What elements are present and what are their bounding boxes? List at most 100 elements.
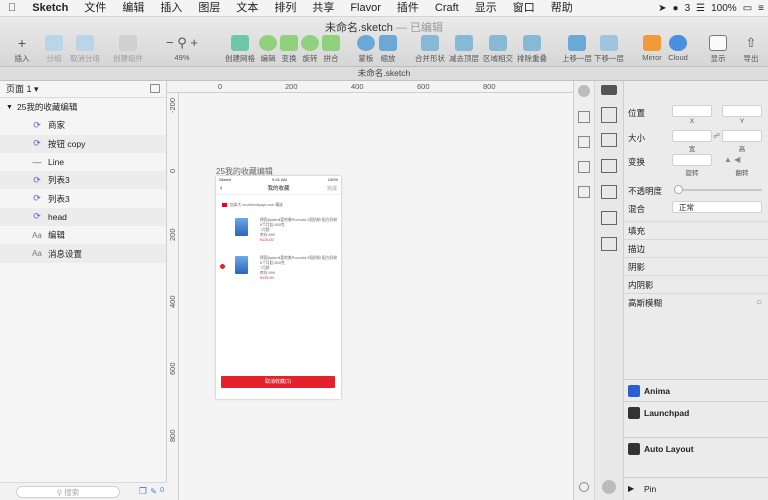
create-symbol-button[interactable]: 创建组件 (106, 35, 150, 64)
menu-view[interactable]: 显示 (467, 0, 505, 17)
layer-item[interactable]: Aa 编辑 (0, 226, 166, 244)
layer-item[interactable]: ⟳ 列表3 (0, 189, 166, 207)
ruler-vertical[interactable]: -200 0 200 400 600 800 (167, 93, 179, 500)
opacity-slider-knob[interactable] (674, 185, 683, 194)
layer-item[interactable]: ⟳ head (0, 207, 166, 227)
menu-text[interactable]: 文本 (228, 0, 266, 17)
ungroup-icon (76, 35, 94, 51)
info-icon[interactable] (579, 482, 589, 492)
layer-item[interactable]: Aa 消息设置 (0, 244, 166, 263)
shadow-section[interactable]: 阴影 (624, 257, 768, 275)
document-tab[interactable]: 未命名.sketch (0, 67, 768, 81)
ungroup-button[interactable]: 取消分组 (63, 35, 107, 64)
chevron-down-icon: ▾ (34, 84, 39, 94)
intersect-label: 区域相交 (483, 54, 513, 63)
menu-plugins[interactable]: 插件 (389, 0, 427, 17)
data-icon[interactable] (578, 161, 590, 173)
layer-name: 25我的收藏编辑 (16, 102, 78, 113)
menu-help[interactable]: 帮助 (543, 0, 581, 17)
ungroup-label: 取消分组 (70, 54, 100, 63)
menu-bar:  Sketch 文件 编辑 插入 图层 文本 排列 共享 Flavor 插件 … (0, 0, 768, 17)
zoom-control[interactable]: − ⚲ + 49% (160, 35, 204, 62)
x-input[interactable] (672, 105, 712, 117)
export-page-icon[interactable] (578, 111, 590, 123)
notes-icon[interactable] (601, 159, 617, 173)
plugin-auto-layout[interactable]: Auto Layout (624, 437, 768, 459)
wifi-icon[interactable]: ☰ (696, 3, 705, 14)
menu-share[interactable]: 共享 (304, 0, 342, 17)
width-input[interactable] (672, 130, 712, 142)
plugin-pin[interactable]: ▶ Pin (624, 477, 768, 499)
menu-arrange[interactable]: 排列 (266, 0, 304, 17)
toggle-icon[interactable] (601, 85, 617, 95)
craft-icon[interactable] (578, 85, 590, 97)
border-section[interactable]: 描边 (624, 239, 768, 257)
product-price: ¥125.00 (260, 238, 274, 242)
ruler-horizontal[interactable]: 0 200 400 600 800 (167, 81, 573, 93)
grid-icon[interactable] (578, 186, 590, 198)
edit-pen-icon[interactable]: ✎ (150, 487, 157, 496)
page-name: 页面 1 (6, 84, 32, 94)
list-icon[interactable]: ≡ (758, 3, 764, 14)
product-item: 德国Aptamil爱他美Pronutra 2段奶粉 配方奶粉6个月起 800克 … (260, 256, 338, 280)
layer-search-input[interactable]: ⚲ 搜索 (16, 486, 120, 498)
rotate-input[interactable] (672, 154, 712, 166)
layer-name: Line (48, 157, 65, 168)
opacity-slider[interactable] (676, 189, 762, 191)
fill-section[interactable]: 填充 (624, 221, 768, 239)
copy-icon[interactable]: ❐ (139, 486, 147, 497)
plugin-launchpad[interactable]: Launchpad (624, 401, 768, 423)
disclosure-triangle-icon[interactable]: ▼ (6, 104, 13, 111)
status-area: ➤ ● 3 ☰ 100% ▭ ≡ (658, 0, 764, 17)
scale-button[interactable]: 缩放 (366, 35, 410, 64)
stack-icon[interactable] (601, 133, 617, 147)
blur-section[interactable]: 高斯模糊 ○ (624, 293, 768, 311)
plugin-anima[interactable]: Anima (624, 379, 768, 401)
product-title: 德国Aptamil爱他美Pronutra 2段奶粉 配方奶粉6个月起 800克 (260, 256, 338, 265)
rotate-label: 旋转 (685, 170, 699, 177)
add-image-icon[interactable] (601, 237, 617, 251)
blur-toggle-icon[interactable]: ○ (756, 294, 762, 312)
menu-flavor[interactable]: Flavor (342, 0, 389, 17)
resize-icon[interactable] (601, 211, 617, 225)
inner-shadow-section[interactable]: 内阴影 (624, 275, 768, 293)
inspector-panel: 位置 X Y 大小 ☍ 宽 高 变换 ▲ ◀ 旋转 翻转 不透明度 混合 正常 … (624, 81, 768, 500)
width-label: 宽 (688, 146, 696, 153)
sync-icon[interactable] (602, 480, 616, 494)
view-icon (709, 35, 727, 51)
menu-file[interactable]: 文件 (76, 0, 114, 17)
backward-button[interactable]: 下移一层 (587, 35, 631, 64)
blending-select[interactable]: 正常 (672, 201, 762, 213)
artboard[interactable]: Sketch 9:41 AM 100% ‹ 我的收藏 完成 加拿大 ecofri… (216, 176, 341, 399)
menu-window[interactable]: 窗口 (505, 0, 543, 17)
page-selector[interactable]: 页面 1 ▾ (0, 81, 166, 98)
collapse-pages-icon[interactable] (150, 84, 160, 93)
symbol-icon: ⟳ (33, 193, 41, 204)
layer-artboard[interactable]: ▼ 25我的收藏编辑 (0, 98, 166, 116)
flip-icon[interactable]: ▲ ◀ (724, 155, 740, 164)
upload-icon[interactable] (601, 107, 617, 123)
send-icon[interactable]: ➤ (658, 3, 666, 14)
wechat-icon[interactable]: ● (673, 3, 679, 14)
y-input[interactable] (722, 105, 762, 117)
layer-item[interactable]: ⟳ 按钮 copy (0, 134, 166, 153)
menu-app[interactable]: Sketch (24, 0, 76, 17)
menu-insert[interactable]: 插入 (152, 0, 190, 17)
layout-icon[interactable] (601, 185, 617, 199)
layer-item[interactable]: ⟳ 商家 (0, 116, 166, 134)
apple-menu-icon[interactable]:  (0, 0, 24, 17)
difference-button[interactable]: 排除重叠 (510, 35, 554, 64)
cloud-button[interactable]: Cloud (656, 35, 700, 62)
transform-label: 变换 (628, 157, 646, 167)
menu-edit[interactable]: 编辑 (114, 0, 152, 17)
lock-icon[interactable]: ☍ (713, 132, 720, 140)
menu-craft[interactable]: Craft (427, 0, 467, 17)
library-icon[interactable] (578, 136, 590, 148)
export-button[interactable]: ⇧ 导出 (734, 35, 768, 64)
layer-item[interactable]: — Line (0, 153, 166, 171)
battery-icon[interactable]: ▭ (743, 3, 752, 14)
layer-item[interactable]: ⟳ 列表3 (0, 171, 166, 190)
height-input[interactable] (722, 130, 762, 142)
menu-layer[interactable]: 图层 (190, 0, 228, 17)
blur-label: 高斯模糊 (628, 298, 663, 308)
